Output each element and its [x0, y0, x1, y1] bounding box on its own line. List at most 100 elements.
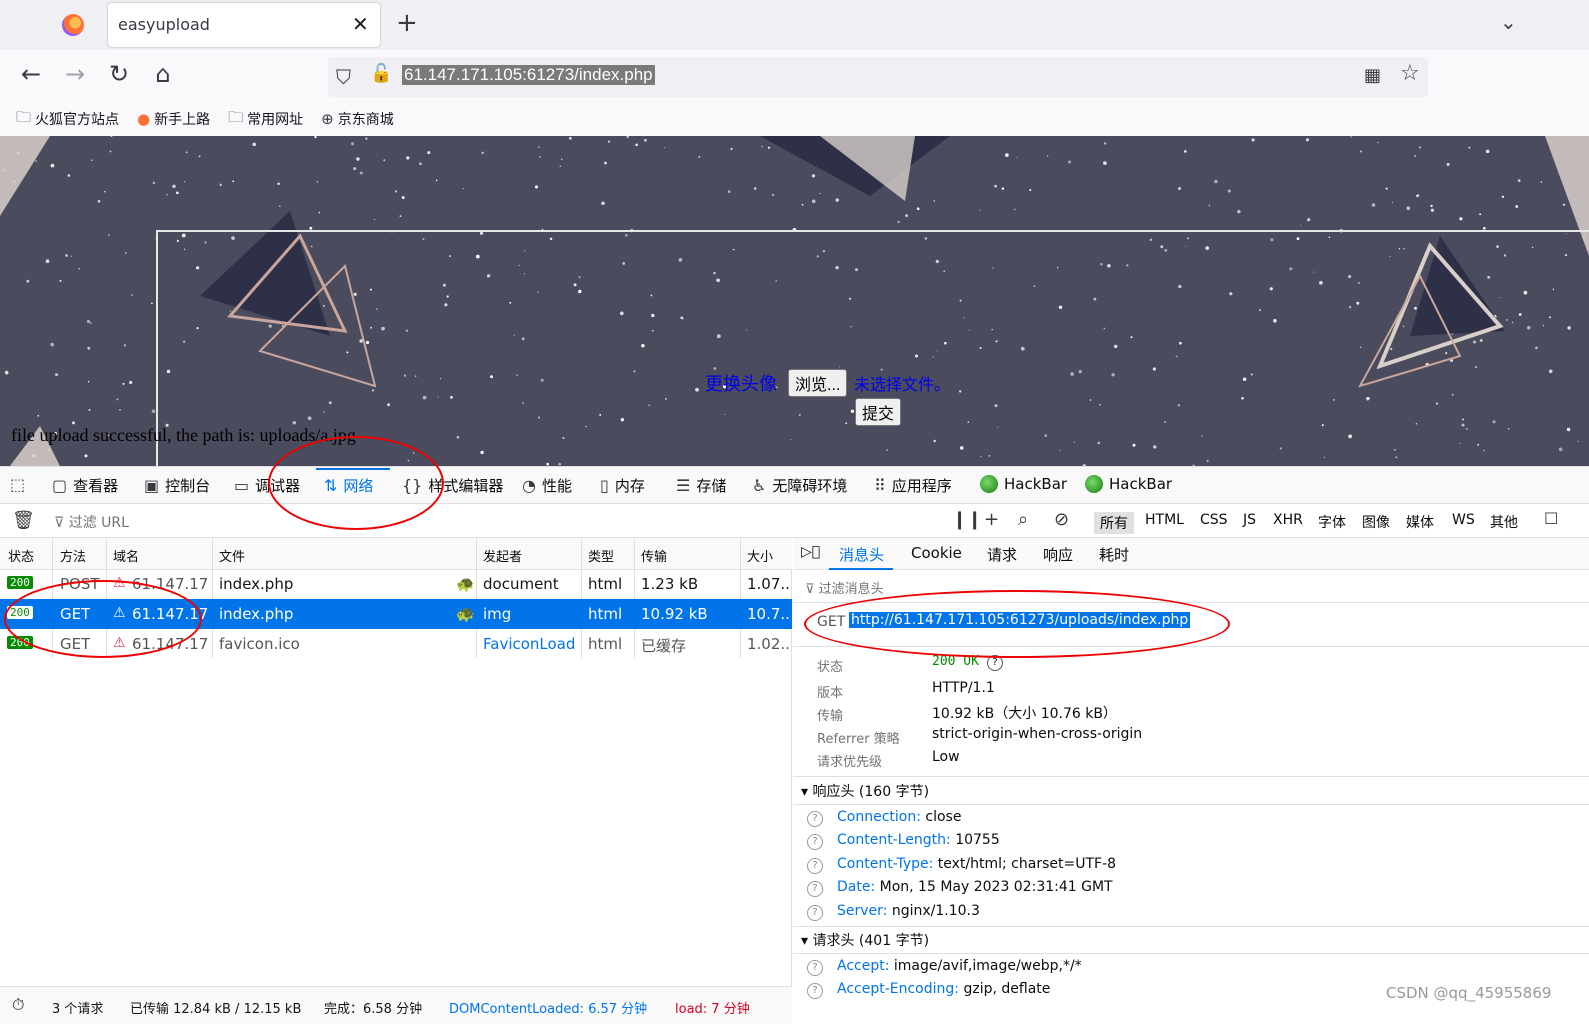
column-header[interactable]: 域名 — [113, 546, 139, 565]
type-filter-css[interactable]: CSS — [1200, 512, 1228, 528]
type-filter-ws[interactable]: WS — [1452, 512, 1475, 528]
tab-accessibility[interactable]: ♿ 无障碍环境 — [752, 475, 847, 496]
transferred-total: 已传输 12.84 kB / 12.15 kB — [130, 1002, 302, 1017]
annotation-circle — [4, 580, 202, 658]
type-filter-font[interactable]: 字体 — [1318, 512, 1346, 532]
column-header[interactable]: 文件 — [219, 546, 245, 565]
filter-url-input[interactable]: ⊽ 过滤 URL — [54, 512, 129, 532]
tab-performance[interactable]: ◔ 性能 — [522, 475, 572, 496]
firefox-logo-icon[interactable] — [62, 14, 84, 36]
summary-key: 传输 — [817, 709, 844, 724]
help-icon[interactable]: ? — [807, 858, 823, 874]
url-text[interactable]: 61.147.171.105:61273/index.php — [402, 65, 655, 85]
reload-icon[interactable]: ↻ — [104, 60, 134, 88]
tab-hackbar-2[interactable]: HackBar — [1085, 475, 1172, 493]
column-header[interactable]: 类型 — [588, 546, 614, 565]
tab-cookie[interactable]: Cookie — [911, 544, 962, 562]
tab-storage[interactable]: ☰ 存储 — [676, 475, 726, 496]
navigation-bar: ← → ↻ ⌂ ⛉ 🔓 61.147.171.105:61273/index.p… — [0, 50, 1589, 102]
turtle-icon: 🐢 — [456, 575, 475, 593]
request-type: html — [588, 575, 623, 593]
inspector-icon: ▢ — [52, 476, 68, 495]
submit-button[interactable]: 提交 — [855, 398, 902, 426]
forward-icon[interactable]: → — [60, 60, 90, 88]
column-header[interactable]: 方法 — [60, 546, 86, 565]
request-headers-section[interactable]: ▾ 请求头 (401 字节) — [801, 930, 929, 950]
request-file: favicon.ico — [219, 635, 300, 653]
request-file: index.php — [219, 575, 294, 593]
header-name: Server: — [837, 903, 888, 919]
request-count: 3 个请求 — [52, 1002, 104, 1017]
pause-icon[interactable]: ❙❙ — [952, 509, 982, 530]
tab-timings[interactable]: 耗时 — [1099, 544, 1129, 565]
type-filter-image[interactable]: 图像 — [1362, 512, 1390, 532]
tab-inspector[interactable]: ▢ 查看器 — [52, 475, 118, 496]
browse-button[interactable]: 浏览... — [788, 369, 848, 397]
checkbox-icon[interactable]: ☐ — [1544, 509, 1558, 528]
search-icon[interactable]: ⌕ — [1018, 509, 1028, 530]
tab-response[interactable]: 响应 — [1043, 544, 1073, 565]
browser-tab[interactable]: easyupload ✕ — [108, 3, 380, 47]
column-header[interactable]: 发起者 — [483, 546, 522, 565]
help-icon[interactable]: ? — [807, 983, 823, 999]
bookmark-label: 常用网址 — [247, 112, 304, 128]
bookmark-item[interactable]: ⊕ 京东商城 — [321, 109, 394, 129]
request-type: html — [588, 605, 623, 623]
help-icon[interactable]: ? — [807, 834, 823, 850]
chevron-down-icon[interactable]: ⌄ — [1500, 10, 1517, 34]
insecure-lock-icon[interactable]: 🔓 — [370, 63, 392, 84]
column-header[interactable]: 状态 — [8, 546, 34, 565]
summary-value: Low — [932, 749, 960, 765]
bookmark-item[interactable]: ● 新手上路 — [137, 109, 210, 129]
header-value: image/avif,image/webp,*/* — [893, 958, 1082, 974]
trash-icon[interactable]: 🗑 — [12, 510, 35, 531]
performance-icon: ◔ — [522, 476, 536, 495]
divider — [793, 953, 1589, 954]
filter-headers-input[interactable]: ⊽ 过滤消息头 — [805, 578, 884, 597]
divider — [793, 804, 1589, 805]
element-picker-icon[interactable]: ⬚ — [10, 475, 25, 494]
help-icon[interactable]: ? — [807, 960, 823, 976]
accessibility-icon: ♿ — [752, 476, 767, 495]
tab-application[interactable]: ⠿ 应用程序 — [874, 475, 952, 496]
bookmark-label: 京东商城 — [337, 112, 394, 128]
bookmark-label: 火狐官方站点 — [35, 112, 120, 128]
type-filter-html[interactable]: HTML — [1145, 512, 1184, 528]
type-filter-js[interactable]: JS — [1243, 512, 1256, 528]
header-name: Content-Length: — [837, 832, 951, 848]
tab-request[interactable]: 请求 — [987, 544, 1017, 565]
tab-hackbar-1[interactable]: HackBar — [980, 475, 1067, 493]
response-headers-section[interactable]: ▾ 响应头 (160 字节) — [801, 781, 929, 801]
type-filter-media[interactable]: 媒体 — [1406, 512, 1434, 532]
help-icon[interactable]: ? — [807, 811, 823, 827]
help-icon[interactable]: ? — [807, 905, 823, 921]
type-filter-xhr[interactable]: XHR — [1273, 512, 1303, 528]
shield-icon[interactable]: ⛉ — [336, 65, 351, 89]
divider — [793, 926, 1589, 927]
tab-console[interactable]: ▣ 控制台 — [144, 475, 210, 496]
bookmark-item[interactable]: 🗀 火狐官方站点 — [16, 107, 119, 132]
bookmark-star-icon[interactable]: ☆ — [1400, 61, 1420, 86]
column-header[interactable]: 传输 — [641, 546, 667, 565]
network-status-bar: ⏱ 3 个请求 已传输 12.84 kB / 12.15 kB 完成：6.58 … — [0, 986, 792, 1024]
filter-headers-placeholder: 过滤消息头 — [818, 582, 884, 597]
summary-value: HTTP/1.1 — [932, 680, 995, 696]
type-filter-all[interactable]: 所有 — [1094, 512, 1134, 534]
home-icon[interactable]: ⌂ — [148, 60, 178, 88]
qr-code-icon[interactable]: ▦ — [1364, 65, 1381, 86]
request-initiator[interactable]: FaviconLoad... — [483, 635, 577, 653]
help-icon[interactable]: ? — [807, 881, 823, 897]
tab-memory[interactable]: ▯ 内存 — [600, 475, 645, 496]
back-icon[interactable]: ← — [16, 60, 46, 88]
bookmark-item[interactable]: 🗀 常用网址 — [228, 107, 303, 132]
new-tab-icon[interactable]: + — [396, 8, 418, 38]
section-title: 请求头 (401 字节) — [812, 933, 930, 949]
column-header[interactable]: 大小 — [747, 546, 773, 565]
type-filter-other[interactable]: 其他 — [1490, 512, 1518, 532]
plus-icon[interactable]: + — [984, 509, 999, 530]
toggle-sidebar-icon[interactable]: ▷⃞ — [801, 544, 820, 560]
tab-headers[interactable]: 消息头 — [839, 544, 884, 565]
url-bar[interactable]: ⛉ 🔓 61.147.171.105:61273/index.php ▦ ☆ — [328, 57, 1428, 97]
close-tab-icon[interactable]: ✕ — [352, 12, 369, 36]
block-icon[interactable]: ⊘ — [1054, 509, 1069, 530]
